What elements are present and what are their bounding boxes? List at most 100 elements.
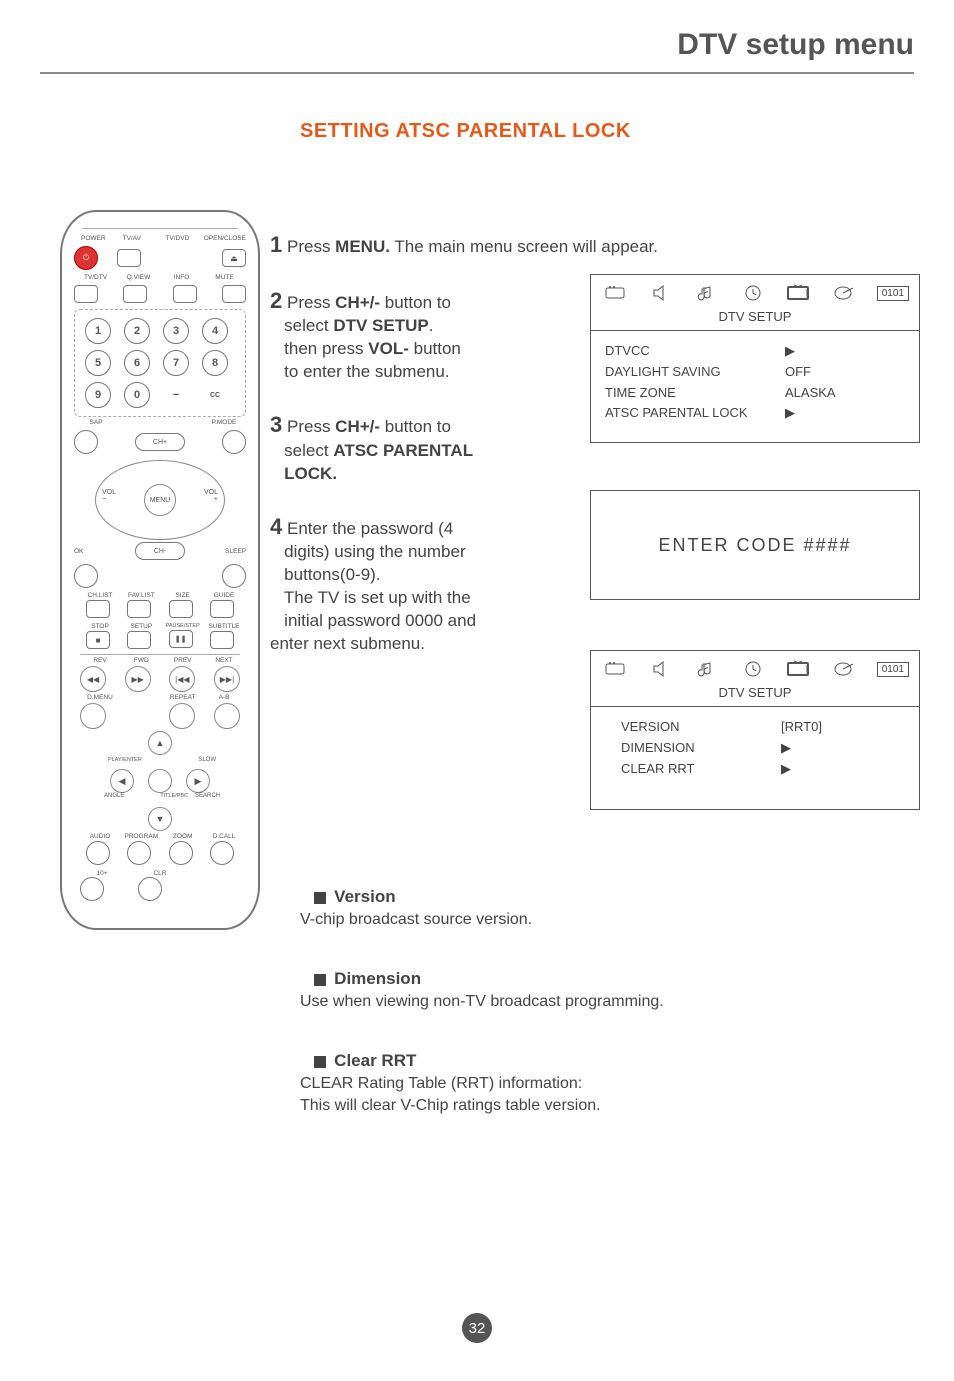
remote-button [222,564,246,588]
step-text: enter next submenu. [270,634,425,653]
speaker-icon [647,281,675,305]
num-button: 4 [202,318,228,344]
remote-button [74,285,98,303]
remote-button [210,631,234,649]
clock-icon [739,657,767,681]
num-button: 3 [163,318,189,344]
remote-label: 10+ [80,870,124,877]
ch-plus-button: CH+ [135,433,185,451]
remote-button [80,703,106,729]
remote-label: FAV.LIST [119,592,163,599]
page-header-title: DTV setup menu [677,28,914,62]
remote-label: D.MENU [78,694,122,701]
remote-label: ANGLE [104,793,124,799]
step-text: then press [284,339,368,358]
remote-button [210,841,234,865]
step-bold: ATSC PARENTAL [333,441,473,460]
remote-label: FWD [119,657,163,664]
stop-icon: ■ [86,631,110,649]
remote-button [74,564,98,588]
step-text: Press [287,237,335,256]
step-bold: LOCK. [284,464,337,483]
section-title: SETTING ATSC PARENTAL LOCK [300,120,631,143]
vol-minus-label: VOL− [102,489,116,503]
vol-plus-label: VOL+ [204,489,218,503]
remote-button [74,430,98,454]
remote-label: OPEN/CLOSE [204,235,246,242]
osd-caption: DTV SETUP [591,683,919,706]
osd-code: 0101 [877,662,909,677]
remote-button [222,430,246,454]
step-text: button to [380,417,451,436]
osd-value: ▶ [785,403,905,424]
osd-value: ALASKA [785,383,905,404]
step-text: initial password 0000 and [279,611,476,630]
remote-button [169,600,193,618]
remote-label: SLEEP [202,548,246,555]
remote-label: POWER [74,235,113,242]
osd-code: 0101 [877,286,909,301]
remote-button [148,769,172,793]
power-icon: ⏻ [74,246,98,270]
pause-icon: ❚❚ [169,630,193,648]
remote-button [86,841,110,865]
osd-line: ATSC PARENTAL LOCK▶ [605,403,905,424]
remote-label: SETUP [119,623,163,630]
remote-button [210,600,234,618]
desc-heading: Dimension [334,969,421,988]
step-text: select [284,441,333,460]
step-bold: CH+/- [335,417,380,436]
osd-key: DAYLIGHT SAVING [605,362,721,383]
remote-button [86,600,110,618]
remote-label: SIZE [161,592,205,599]
page-number-badge: 32 [462,1313,492,1343]
osd-enter-code-text: ENTER CODE #### [658,535,851,556]
tv-icon [785,657,813,681]
remote-button [222,285,246,303]
rewind-icon: ◀◀ [80,666,106,692]
remote-label: TV/DTV [74,274,117,281]
desc-text: This will clear V-Chip ratings table ver… [300,1095,860,1117]
osd-value: ▶ [785,341,905,362]
step-number: 4 [270,514,282,539]
remote-illustration: POWER TV/AV TV/DVD OPEN/CLOSE ⏻ ⏏ TV/DTV… [60,210,260,930]
remote-label: SLOW [198,757,216,763]
remote-label: TV/DVD [151,235,204,242]
eject-icon: ⏏ [222,249,246,267]
step-text: Enter the password (4 [287,519,453,538]
dish-icon [831,657,859,681]
step-number: 3 [270,412,282,437]
osd-value: [RRT0] [781,717,822,738]
osd-line: VERSION[RRT0] [621,717,905,738]
step-text: . [429,316,434,335]
steps-column: 1 Press MENU. The main menu screen will … [270,230,580,682]
num-button: 0 [124,382,150,408]
osd-key: CLEAR RRT [621,759,721,780]
right-icon: ▶ [186,769,210,793]
desc-dimension: Dimension Use when viewing non-TV broadc… [300,968,860,1013]
num-button: 5 [85,350,111,376]
remote-label: MUTE [203,274,246,281]
step-text: buttons(0-9). [284,565,380,584]
forward-icon: ▶▶ [125,666,151,692]
bullet-icon [314,1056,326,1068]
remote-button [127,600,151,618]
step-text: select [284,316,333,335]
bullet-icon [314,974,326,986]
bullet-icon [314,892,326,904]
remote-label: Q.VIEW [117,274,160,281]
desc-clear-rrt: Clear RRT CLEAR Rating Table (RRT) infor… [300,1050,860,1116]
dpad: ▲ ◀ ▶ ▼ PLAY/ENTER SLOW ANGLE TITLE/PBC … [110,731,210,831]
step-text: button to [380,293,451,312]
remote-label: PAUSE/STEP [161,623,205,629]
picture-icon [601,657,629,681]
speaker-icon [647,657,675,681]
step-text: Press [287,293,335,312]
step-text: The TV is set up with the [279,588,470,607]
osd-line: DAYLIGHT SAVINGOFF [605,362,905,383]
step-bold: VOL- [368,339,409,358]
step-bold: CH+/- [335,293,380,312]
step-number: 2 [270,288,282,313]
dash-label: − [163,382,189,408]
osd-panel-dtv-setup: 0101 DTV SETUP DTVCC▶ DAYLIGHT SAVINGOFF… [590,274,920,443]
